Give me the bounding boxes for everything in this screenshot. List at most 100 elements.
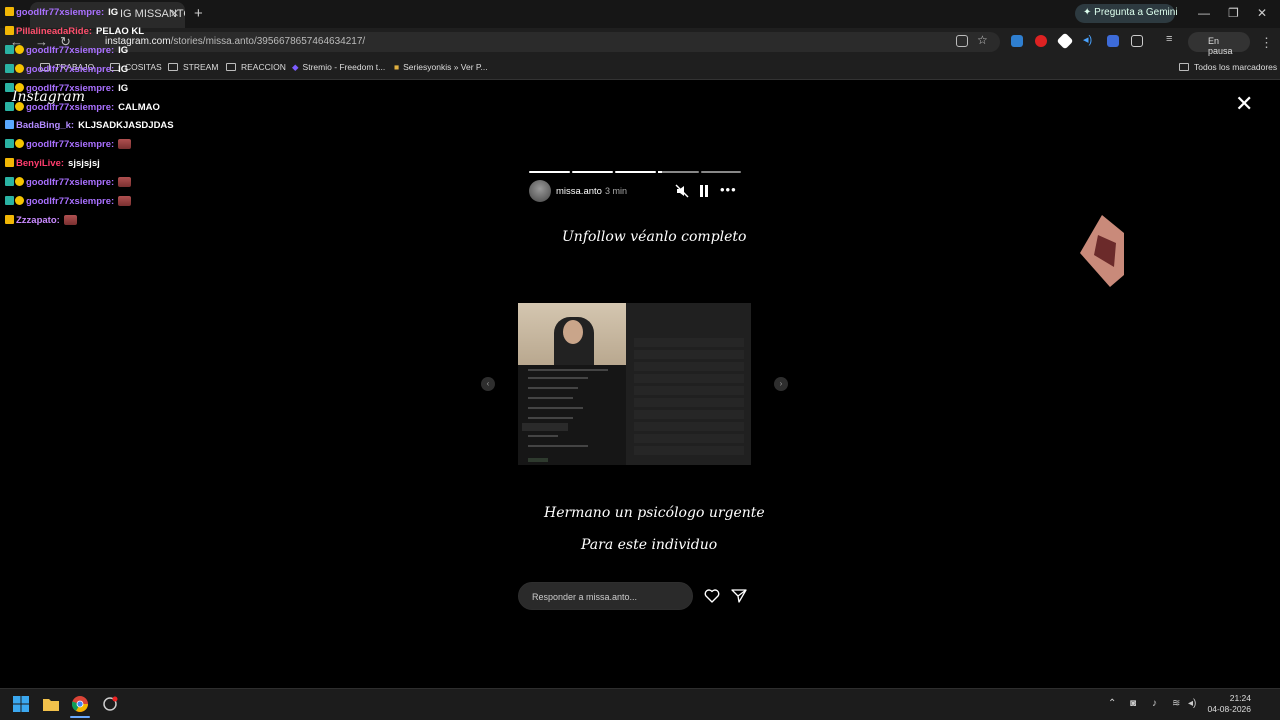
embedded-chat-row (634, 338, 744, 347)
embedded-chat-row (634, 434, 744, 443)
alert-badge-icon (15, 44, 24, 54)
profile-paused-button[interactable]: En pausa (1188, 32, 1250, 56)
taskbar-clock[interactable]: 21:24 04-08-2026 (1205, 693, 1251, 715)
chat-username[interactable]: Zzzapato: (16, 215, 60, 226)
new-tab-button[interactable]: + (194, 5, 203, 22)
chat-username[interactable]: goodlfr77xsiempre: (26, 196, 114, 207)
prev-story-button[interactable]: ‹ (481, 377, 495, 391)
embedded-chat-row (634, 386, 744, 395)
tray-chevron-icon[interactable]: ⌃ (1108, 698, 1116, 709)
menu-line (528, 407, 583, 409)
alert-badge-icon (15, 196, 24, 205)
close-story-icon[interactable]: ✕ (1235, 93, 1253, 115)
emote-sticker (1080, 215, 1124, 287)
reply-input[interactable]: Responder a missa.anto... (518, 582, 693, 610)
window-close-icon[interactable]: ✕ (1257, 6, 1267, 20)
chat-username[interactable]: goodlfr77xsiempre: (26, 177, 114, 188)
heart-icon[interactable] (704, 588, 720, 604)
extension-shield-icon[interactable] (1107, 35, 1119, 47)
install-app-icon[interactable] (956, 35, 968, 47)
microphone-icon[interactable]: ♪ (1152, 698, 1157, 709)
chat-username[interactable]: goodlfr77xsiempre: (16, 7, 104, 18)
bookmark-star-icon[interactable]: ☆ (977, 33, 989, 47)
volume-icon[interactable]: ◂) (1188, 698, 1196, 709)
menu-line (528, 417, 573, 419)
chrome-icon[interactable] (72, 696, 88, 712)
chat-username[interactable]: goodlfr77xsiempre: (26, 102, 114, 113)
discord-icon[interactable]: ◙ (1130, 698, 1136, 709)
alert-badge-icon (15, 82, 24, 92)
alert-badge-icon (15, 139, 24, 149)
maximize-icon[interactable]: ❐ (1228, 6, 1239, 20)
extensions-puzzle-icon[interactable] (1131, 35, 1143, 47)
chat-message: goodlfr77xsiempre: CALMAO (5, 101, 160, 113)
chat-username[interactable]: BenyiLive: (16, 158, 64, 169)
app-icon[interactable] (102, 696, 118, 712)
all-bookmarks[interactable]: Todos los marcadores (1179, 62, 1277, 72)
bookmark-stremio[interactable]: ◆ Stremio - Freedom t... (292, 62, 385, 73)
wifi-icon[interactable]: ≋ (1172, 698, 1180, 709)
chat-badges (5, 120, 15, 131)
chat-badges (5, 63, 25, 75)
chat-username[interactable]: PillalineadaRide: (16, 26, 92, 37)
subscriber-badge-icon (5, 177, 14, 187)
chat-badges (5, 177, 25, 188)
extension-sound-icon[interactable]: ◂) (1083, 33, 1095, 46)
chat-username[interactable]: BadaBing_k: (16, 120, 74, 131)
chat-username[interactable]: goodlfr77xsiempre: (26, 45, 114, 56)
chat-username[interactable]: goodlfr77xsiempre: (26, 83, 114, 94)
bookmark-reaccion[interactable]: REACCION (226, 62, 286, 72)
menu-line (528, 369, 608, 371)
menu-line (528, 377, 588, 379)
webcam-frame (518, 303, 626, 365)
tab-close-icon[interactable]: ✕ (170, 7, 179, 20)
crown-badge-icon (5, 25, 14, 35)
person-face (563, 320, 583, 344)
minimize-icon[interactable]: — (1198, 6, 1210, 20)
chat-message: goodlfr77xsiempre: IG (5, 63, 128, 75)
embedded-chat-row (634, 398, 744, 407)
chat-message: goodlfr77xsiempre: (5, 196, 132, 207)
chat-username[interactable]: goodlfr77xsiempre: (26, 64, 114, 75)
more-options-icon[interactable]: ••• (720, 182, 737, 197)
muted-speaker-icon[interactable] (675, 184, 689, 198)
paused-label: En pausa (1208, 36, 1233, 56)
story-username[interactable]: missa.anto (556, 186, 602, 197)
embedded-menu-panel (518, 365, 626, 465)
alert-badge-icon (15, 101, 24, 111)
pause-icon[interactable] (699, 185, 709, 197)
gemini-button[interactable]: ✦ Pregunta a Gemini (1075, 4, 1178, 23)
embedded-chat-row (634, 446, 744, 455)
browser-menu-icon[interactable]: ⋮ (1260, 35, 1273, 51)
alert-badge-icon (15, 177, 24, 187)
avatar[interactable] (529, 180, 551, 202)
extension-adblock-icon[interactable] (1035, 35, 1047, 47)
bookmark-stream[interactable]: STREAM (168, 62, 218, 72)
send-icon[interactable] (731, 588, 747, 604)
chat-badges (5, 101, 25, 113)
windows-start-icon[interactable] (13, 696, 29, 712)
chat-message: goodlfr77xsiempre: IG (5, 7, 118, 18)
subscriber-badge-icon (5, 44, 14, 54)
chat-username[interactable]: goodlfr77xsiempre: (26, 139, 114, 150)
subscriber-badge-icon (5, 139, 14, 149)
next-story-button[interactable]: › (774, 377, 788, 391)
reading-list-icon[interactable]: ≡ (1166, 33, 1178, 45)
folder-icon (226, 63, 236, 71)
chat-badges (5, 214, 15, 226)
embedded-chat-panel (626, 303, 751, 465)
folder-icon (1179, 63, 1189, 71)
alert-badge-icon (15, 63, 24, 73)
bookmark-seriesyonkis[interactable]: ■ Seriesyonkis » Ver P... (394, 62, 488, 72)
chat-badges (5, 82, 25, 94)
story-progress-segment (572, 171, 613, 173)
menu-line (528, 435, 558, 437)
chat-message: BadaBing_k: KLJSADKJASDJDAS (5, 120, 174, 131)
extension-icon[interactable] (1011, 35, 1023, 47)
file-explorer-icon[interactable] (43, 696, 59, 712)
embedded-chat-row (634, 410, 744, 419)
story-text-top: Unfollow véanlo completo (562, 229, 747, 245)
address-bar[interactable]: instagram.com/stories/missa.anto/3956678… (80, 32, 1000, 52)
chat-message: goodlfr77xsiempre: IG (5, 82, 128, 94)
embedded-chat-row (634, 374, 744, 383)
